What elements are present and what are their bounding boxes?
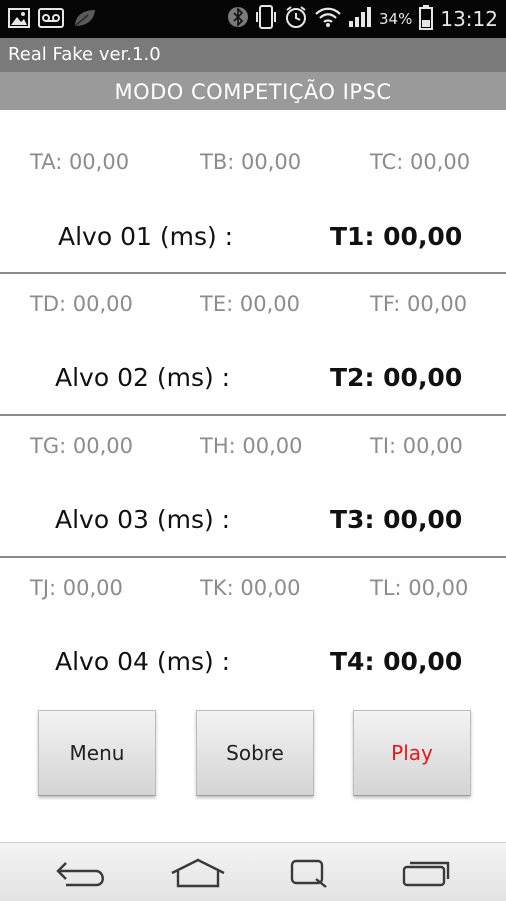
status-bar: 34% 13:12	[0, 0, 506, 38]
time-value-tj: TJ: 00,00	[30, 576, 123, 600]
time-value-tb: TB: 00,00	[200, 150, 302, 174]
target-total: T1: 00,00	[330, 222, 463, 251]
play-button[interactable]: Play	[353, 710, 471, 796]
mode-header: MODO COMPETIÇÃO IPSC	[0, 72, 506, 110]
wifi-icon	[315, 6, 341, 32]
divider	[0, 272, 506, 274]
time-value-tg: TG: 00,00	[30, 434, 133, 458]
time-value-te: TE: 00,00	[200, 292, 300, 316]
time-row: TG: 00,00 TH: 00,00 TI: 00,00	[0, 434, 506, 464]
menu-icon[interactable]	[398, 857, 458, 889]
time-value-ti: TI: 00,00	[370, 434, 463, 458]
target-section-4: TJ: 00,00 TK: 00,00 TL: 00,00 Alvo 04 (m…	[0, 559, 506, 701]
app-title-bar: Real Fake ver.1.0	[0, 38, 506, 72]
target-label: Alvo 03 (ms) :	[55, 505, 231, 534]
leaf-icon	[72, 7, 98, 33]
signal-icon	[348, 6, 372, 32]
back-icon[interactable]	[52, 857, 112, 889]
time-value-ta: TA: 00,00	[30, 150, 130, 174]
voicemail-icon	[38, 7, 64, 33]
home-icon[interactable]	[168, 857, 228, 889]
navigation-bar	[0, 842, 506, 901]
notification-icons	[8, 7, 98, 33]
target-section-2: TD: 00,00 TE: 00,00 TF: 00,00 Alvo 02 (m…	[0, 275, 506, 417]
time-value-th: TH: 00,00	[200, 434, 303, 458]
image-icon	[8, 7, 30, 33]
time-value-tk: TK: 00,00	[200, 576, 301, 600]
target-label: Alvo 01 (ms) :	[58, 222, 234, 251]
target-total: T2: 00,00	[330, 363, 463, 392]
target-label: Alvo 02 (ms) :	[55, 363, 231, 392]
sobre-button[interactable]: Sobre	[196, 710, 314, 796]
menu-button[interactable]: Menu	[38, 710, 156, 796]
target-section-3: TG: 00,00 TH: 00,00 TI: 00,00 Alvo 03 (m…	[0, 417, 506, 559]
divider	[0, 414, 506, 416]
time-value-tl: TL: 00,00	[370, 576, 469, 600]
target-label: Alvo 04 (ms) :	[55, 647, 231, 676]
recent-apps-icon[interactable]	[282, 857, 342, 889]
target-section-1: TA: 00,00 TB: 00,00 TC: 00,00 Alvo 01 (m…	[0, 112, 506, 254]
battery-percentage: 34%	[379, 10, 413, 28]
battery-icon	[419, 4, 434, 34]
time-value-tf: TF: 00,00	[370, 292, 468, 316]
target-total: T3: 00,00	[330, 505, 463, 534]
vibrate-icon	[255, 4, 277, 34]
target-total: T4: 00,00	[330, 647, 463, 676]
bluetooth-icon	[228, 5, 249, 33]
alarm-icon	[284, 5, 308, 33]
time-row: TJ: 00,00 TK: 00,00 TL: 00,00	[0, 576, 506, 606]
time-row: TA: 00,00 TB: 00,00 TC: 00,00	[0, 150, 506, 180]
app-title: Real Fake ver.1.0	[8, 44, 161, 65]
divider	[0, 556, 506, 558]
time-value-tc: TC: 00,00	[370, 150, 471, 174]
clock: 13:12	[440, 7, 498, 31]
time-row: TD: 00,00 TE: 00,00 TF: 00,00	[0, 292, 506, 322]
system-status: 34% 13:12	[228, 0, 498, 38]
time-value-td: TD: 00,00	[30, 292, 133, 316]
